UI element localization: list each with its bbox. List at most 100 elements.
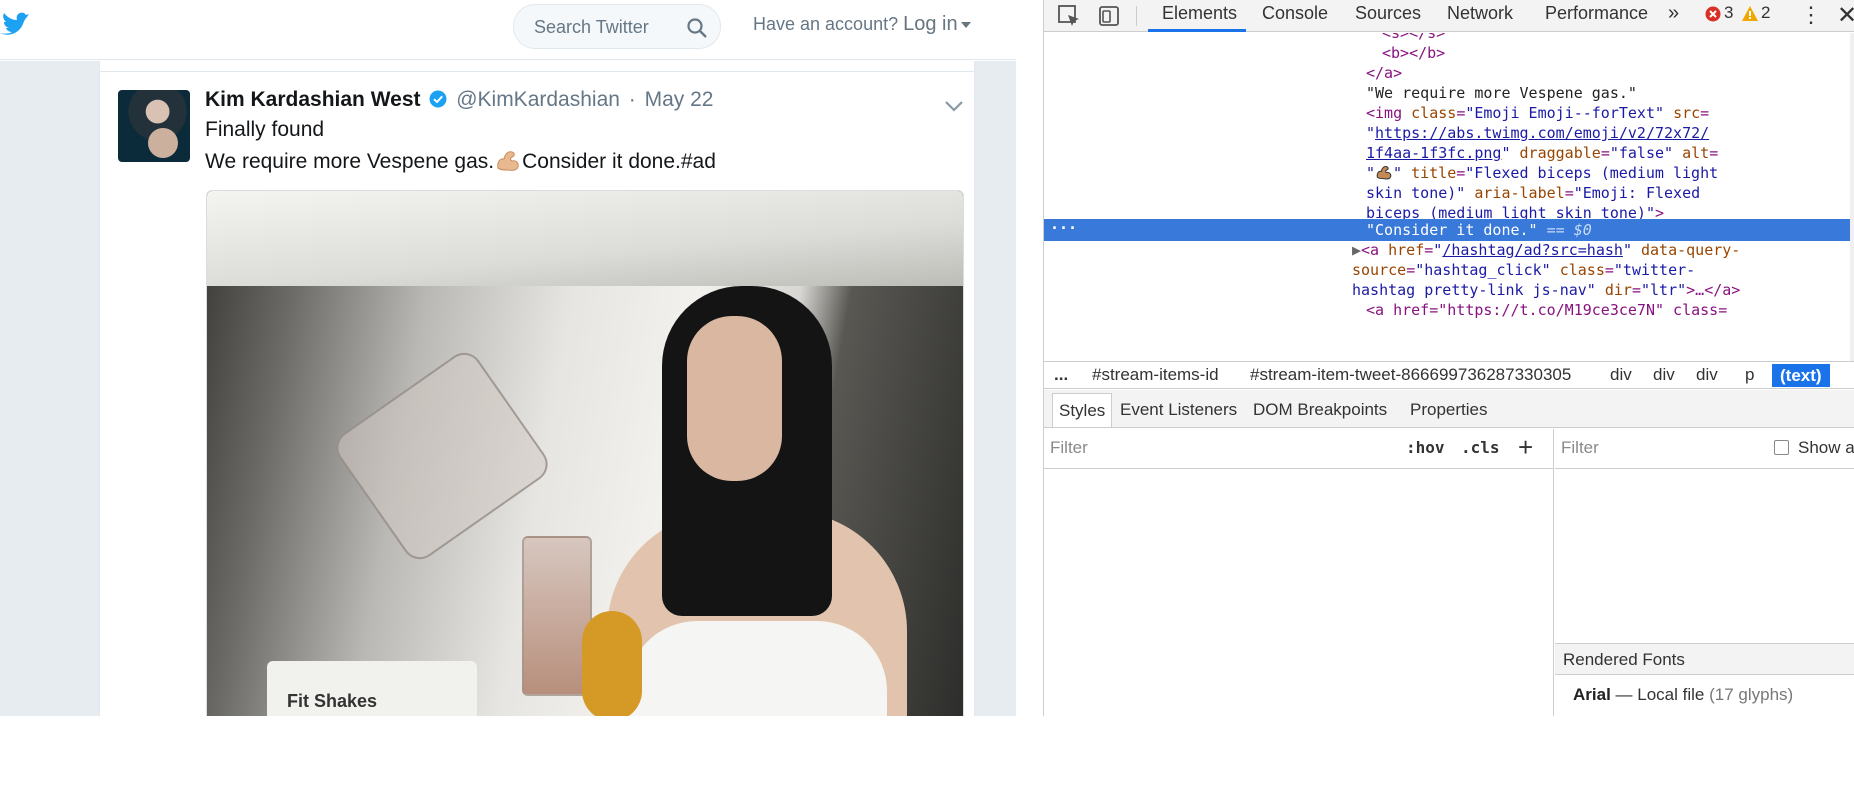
add-style-rule-icon[interactable]: + [1518,432,1533,463]
dom-node[interactable]: ▶<a href="/hashtag/ad?src=hash" data-que… [1352,239,1740,261]
login-link[interactable]: Log in [903,13,958,35]
devtools-toolbar: Elements Console Sources Network Perform… [1044,0,1854,32]
dom-attr-name: aria-label [1474,184,1565,202]
font-dash: — [1615,685,1633,704]
dom-attr-name: draggable [1519,144,1601,162]
breadcrumb-ellipsis[interactable]: ... [1054,365,1068,385]
dom-attr-name: source [1352,261,1407,279]
tweet-text-segment: We require more Vespene gas. [205,150,495,173]
dom-node-cont: 1f4aa-1f3fc.png" draggable="false" alt= [1366,144,1719,162]
dom-attr-value: hashtag pretty-link js-nav" [1352,281,1596,299]
breadcrumb-item[interactable]: div [1610,365,1632,385]
dom-tag: <img [1366,104,1403,122]
dom-attr-name: alt [1682,144,1710,162]
tab-properties[interactable]: Properties [1410,400,1487,420]
rendered-fonts-title: Rendered Fonts [1563,650,1685,669]
flexed-biceps-emoji-icon [497,151,519,171]
rendered-font-row: Arial — Local file (17 glyphs) [1573,685,1793,705]
tweet-menu-chevron-icon[interactable] [944,99,964,113]
warning-count[interactable]: 2 [1761,3,1770,23]
dom-tree[interactable]: <s></s> <b></b> </a> "We require more Ve… [1044,33,1854,361]
hover-state-toggle[interactable]: :hov [1406,438,1445,457]
breadcrumb: ... #stream-items-id #stream-item-tweet-… [1044,361,1854,389]
dom-tag: <a [1361,241,1380,259]
top-navbar: Search Twitter Have an account? Log in [0,0,1016,60]
styles-filter-input[interactable]: Filter [1050,438,1088,458]
flexed-biceps-emoji-icon [1376,166,1392,180]
error-count[interactable]: 3 [1724,3,1733,23]
dom-attr-value: "Emoji: Flexed [1573,184,1701,202]
tab-event-listeners[interactable]: Event Listeners [1120,400,1237,420]
selected-suffix: == $0 [1546,221,1592,239]
search-icon[interactable] [686,17,708,39]
breadcrumb-item[interactable]: div [1696,365,1718,385]
breadcrumb-active-item[interactable]: (text) [1772,364,1830,387]
font-name: Arial [1573,685,1611,704]
dom-node[interactable]: <a href="https://t.co/M19ce3ce7N" class= [1366,299,1727,321]
dom-text-node[interactable]: "We require more Vespene gas." [1366,82,1637,104]
node-actions-dots[interactable]: ··· [1050,219,1077,237]
dom-node[interactable]: <img class="Emoji Emoji--forText" src= [1366,102,1709,124]
dom-tag: <a href="https://t.co/M19ce3ce7N" class= [1366,301,1728,319]
dom-attr-value: skin tone)" [1366,184,1466,202]
styles-tab-bar: Styles Event Listeners DOM Breakpoints P… [1044,390,1854,428]
inspect-element-icon[interactable] [1056,3,1082,29]
tab-sources[interactable]: Sources [1355,3,1421,24]
dom-attr-value: "ltr" [1641,281,1687,299]
dom-tag: <s></s> [1382,33,1446,42]
dom-attr-name: class [1559,261,1605,279]
avatar[interactable] [118,90,190,162]
caret-down-icon[interactable] [960,22,971,29]
breadcrumb-item[interactable]: #stream-items-id [1092,365,1219,385]
rendered-fonts-header[interactable]: Rendered Fonts [1555,643,1854,675]
dom-quote: " [1393,164,1403,182]
dom-node[interactable]: <b></b> [1382,42,1445,64]
expand-triangle-icon[interactable]: ▶ [1352,241,1361,259]
font-source: Local file [1637,685,1705,704]
tweet-author-name[interactable]: Kim Kardashian West [205,88,421,111]
tab-styles[interactable]: Styles [1052,393,1113,427]
dom-node[interactable]: </a> [1366,62,1402,84]
photo-figure-face [687,316,782,481]
tab-console[interactable]: Console [1262,3,1328,24]
tweet[interactable]: Kim Kardashian West @KimKardashian · May… [100,71,976,716]
selected-dom-node[interactable]: ··· "Consider it done." == $0 [1044,219,1851,241]
dom-attr-link[interactable]: /hashtag/ad?src=hash [1442,241,1623,259]
dom-tree-scrollbar[interactable] [1850,33,1854,361]
breadcrumb-item[interactable]: #stream-item-tweet-866699736287330305 [1250,365,1571,385]
account-prompt: Have an account? Log in [753,13,971,36]
dom-attr-link[interactable]: https://abs.twimg.com/emoji/v2/72x72/ [1375,124,1709,142]
breadcrumb-item[interactable]: div [1653,365,1675,385]
show-all-checkbox[interactable] [1774,440,1789,455]
tab-dom-breakpoints[interactable]: DOM Breakpoints [1253,400,1387,420]
have-account-text: Have an account? [753,14,899,34]
tweet-photo[interactable]: Fit Shakes [206,190,964,716]
search-input[interactable]: Search Twitter [513,4,721,49]
tweet-text-segment: Consider it done.#ad [522,150,716,173]
warning-icon[interactable] [1741,5,1759,22]
dom-attr-link[interactable]: 1f4aa-1f3fc.png [1366,144,1501,162]
show-all-label: Show a [1798,438,1854,457]
tab-elements[interactable]: Elements [1162,3,1237,24]
tab-performance[interactable]: Performance [1545,3,1648,24]
error-icon[interactable] [1705,6,1721,22]
dom-tag: <b></b> [1382,44,1446,62]
computed-filter-input[interactable]: Filter [1561,438,1599,458]
tweet-date[interactable]: May 22 [645,88,714,111]
search-placeholder: Search Twitter [534,17,649,37]
more-tabs-icon[interactable]: » [1668,2,1679,25]
photo-figure-top [627,621,887,716]
class-toggle[interactable]: .cls [1461,438,1500,457]
tweet-author-handle[interactable]: @KimKardashian [456,88,620,111]
selected-text-node: "Consider it done." == $0 [1366,219,1592,241]
more-options-icon[interactable]: ⋮ [1800,4,1822,26]
twitter-bird-icon[interactable] [0,12,30,38]
device-toolbar-icon[interactable] [1096,3,1122,29]
dom-attr-name: src [1673,104,1701,122]
tab-network[interactable]: Network [1447,3,1513,24]
breadcrumb-item[interactable]: p [1745,365,1754,385]
close-icon[interactable]: ✕ [1837,1,1854,30]
verified-badge-icon [429,90,447,108]
photo-pitcher [329,345,555,567]
photo-bag-label: Fit Shakes [287,691,378,711]
